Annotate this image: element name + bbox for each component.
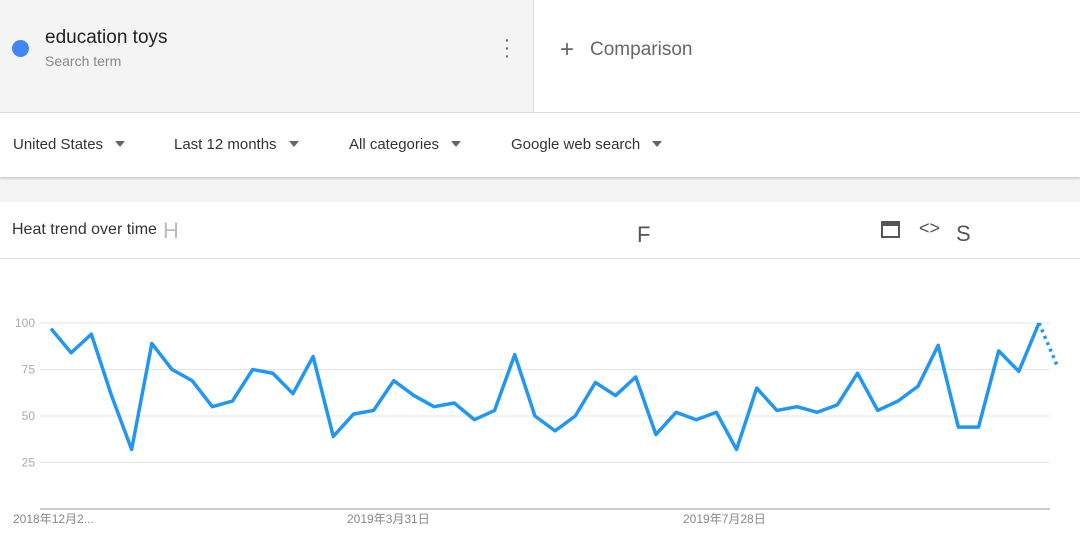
y-tick-label: 50 — [22, 409, 36, 423]
y-tick-label: 100 — [15, 316, 35, 330]
x-tick-label: 2018年12月2... — [13, 512, 94, 526]
partial-data-line — [1037, 322, 1060, 369]
x-tick-label: 2019年7月28日 — [683, 512, 766, 526]
y-tick-label: 75 — [22, 363, 36, 377]
y-tick-label: 25 — [22, 456, 36, 470]
line-chart: 25 50 75 100 2018年12月2... 2019年3月31日 2019年7月28… — [13, 316, 1060, 526]
trend-line — [49, 322, 1041, 452]
x-tick-label: 2019年3月31日 — [347, 512, 430, 526]
